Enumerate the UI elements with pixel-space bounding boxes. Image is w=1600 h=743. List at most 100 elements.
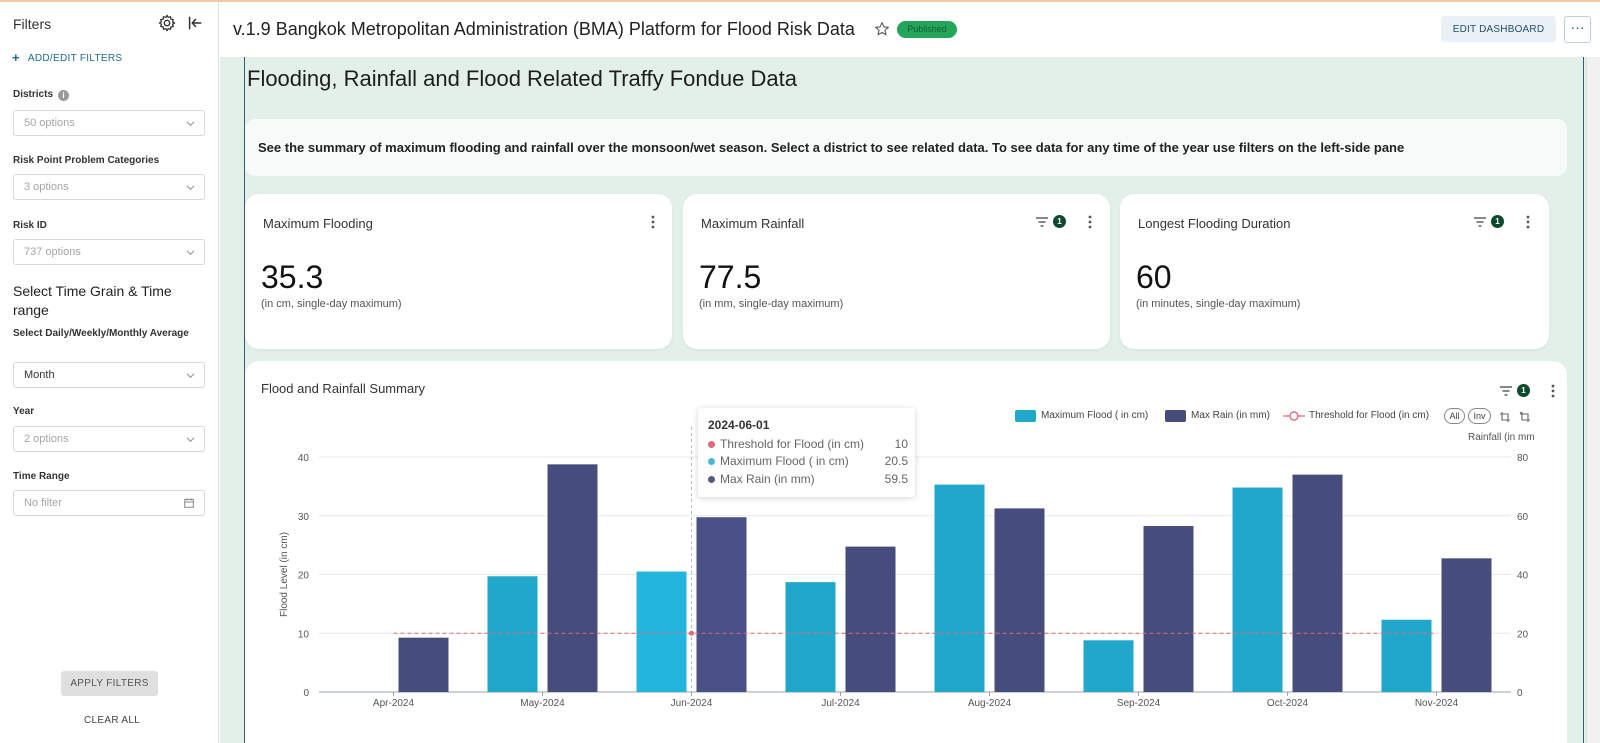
kpi-value: 60 — [1136, 259, 1172, 295]
flood-bar — [1381, 619, 1432, 692]
x-tick-label: Aug-2024 — [968, 698, 1012, 709]
districts-label: Districts i — [13, 89, 70, 101]
favorite-star-icon[interactable] — [874, 21, 890, 37]
kpi-value: 35.3 — [261, 259, 324, 295]
x-tick-label: Oct-2024 — [1267, 698, 1309, 709]
kebab-menu-icon[interactable] — [1085, 214, 1095, 230]
flood-rainfall-chart-card: Flood and Rainfall Summary 1 0 10 20 30 40 0 2… — [245, 361, 1567, 743]
clear-all-button[interactable]: CLEAR ALL — [84, 715, 140, 726]
kpi-card-max-rainfall: Maximum Rainfall 1 77.5 (in mm, single-d… — [683, 194, 1110, 349]
chart-tooltip: 2024-06-01 Threshold for Flood (in cm) 1… — [698, 408, 915, 497]
y-tick-label: 10 — [298, 629, 310, 640]
chevron-down-icon — [186, 373, 195, 379]
zoom-reset-icon[interactable] — [1519, 411, 1531, 423]
tooltip-series-value: 10 — [894, 437, 908, 451]
districts-label-text: Districts — [13, 89, 54, 100]
filter-icon[interactable] — [1473, 216, 1487, 228]
legend-item-max-flood[interactable]: Maximum Flood ( in cm) — [1015, 408, 1160, 424]
year-label: Year — [13, 406, 35, 417]
time-range-picker[interactable]: No filter — [13, 490, 205, 516]
rain-bar — [1441, 558, 1492, 692]
published-status-badge[interactable]: Published — [897, 21, 957, 38]
intro-text: See the summary of maximum flooding and … — [258, 140, 1405, 155]
risk-id-placeholder: 737 options — [24, 246, 81, 258]
x-tick-label: Apr-2024 — [373, 698, 415, 709]
districts-select[interactable]: 50 options — [13, 110, 205, 136]
apply-filters-button[interactable]: APPLY FILTERS — [61, 671, 158, 696]
edit-dashboard-button[interactable]: EDIT DASHBOARD — [1441, 16, 1556, 42]
kebab-menu-icon[interactable] — [1523, 214, 1533, 230]
calendar-icon — [184, 498, 194, 508]
kpi-card-longest-duration: Longest Flooding Duration 1 60 (in minut… — [1120, 194, 1549, 349]
rain-bar — [845, 546, 896, 692]
legend-swatch — [1165, 410, 1186, 422]
risk-id-select[interactable]: 737 options — [13, 239, 205, 265]
rain-bar — [398, 637, 449, 692]
flood-bar — [636, 571, 687, 692]
tooltip-row-max-flood: Maximum Flood ( in cm) 20.5 — [708, 454, 908, 469]
collapse-sidebar-icon[interactable] — [186, 14, 204, 32]
y2-tick-label: 60 — [1517, 512, 1529, 523]
flood-bar — [934, 484, 985, 692]
risk-id-label: Risk ID — [13, 220, 47, 231]
zoom-select-icon[interactable] — [1499, 411, 1511, 423]
dashboard-main: Flooding, Rainfall and Flood Related Tra… — [220, 57, 1586, 743]
legend-swatch — [1015, 410, 1036, 422]
tooltip-series-name: Max Rain (in mm) — [720, 472, 815, 486]
rain-bar — [1292, 474, 1343, 692]
tooltip-series-name: Threshold for Flood (in cm) — [720, 437, 865, 451]
rain-bar — [994, 508, 1045, 692]
sidebar-title: Filters — [13, 16, 52, 32]
page-scrollbar[interactable] — [1586, 57, 1600, 743]
rain-bar — [1143, 526, 1194, 692]
grain-value: Month — [24, 369, 55, 381]
dashboard-header: v.1.9 Bangkok Metropolitan Administratio… — [220, 2, 1600, 57]
tooltip-row-threshold: Threshold for Flood (in cm) 10 — [708, 437, 908, 452]
right-axis-label: Rainfall (in mm — [1468, 432, 1535, 443]
legend-item-threshold[interactable]: Threshold for Flood (in cm) — [1283, 408, 1443, 424]
flood-bar — [785, 582, 836, 692]
rain-bar — [547, 464, 598, 692]
x-tick-label: Jul-2024 — [821, 698, 860, 709]
y2-tick-label: 80 — [1517, 453, 1529, 464]
threshold-legend-icon — [1283, 411, 1305, 421]
y-axis-label: Flood Level (in cm) — [279, 532, 290, 617]
tooltip-dot — [708, 458, 715, 465]
gear-icon[interactable] — [158, 14, 176, 32]
x-tick-label: May-2024 — [520, 698, 565, 709]
kpi-subtitle: (in cm, single-day maximum) — [261, 298, 402, 310]
filter-count-badge: 1 — [1053, 215, 1066, 228]
legend-select-all-button[interactable]: All — [1444, 408, 1465, 424]
section-title: Flooding, Rainfall and Flood Related Tra… — [247, 66, 797, 91]
y-tick-label: 40 — [298, 453, 310, 464]
risk-categories-select[interactable]: 3 options — [13, 174, 205, 200]
tooltip-dot — [708, 441, 715, 448]
tooltip-series-value: 20.5 — [884, 454, 908, 468]
plus-icon: + — [12, 50, 20, 65]
time-grain-section-title: Select Time Grain & Time range — [13, 283, 172, 318]
add-edit-filters-button[interactable]: + ADD/EDIT FILTERS — [12, 49, 122, 65]
flood-bar — [1232, 487, 1283, 692]
layout-guide-right — [1583, 57, 1584, 743]
more-options-button[interactable]: ··· — [1564, 16, 1591, 43]
legend-inverse-button[interactable]: Inv — [1468, 408, 1491, 424]
time-range-placeholder: No filter — [24, 497, 62, 509]
threshold-hover-point — [689, 630, 694, 636]
tooltip-dot — [708, 476, 715, 483]
flood-bar — [1083, 640, 1134, 692]
legend-label: Threshold for Flood (in cm) — [1309, 410, 1430, 421]
grain-select[interactable]: Month — [13, 362, 205, 388]
x-tick-label: Sep-2024 — [1117, 698, 1161, 709]
kpi-title: Maximum Flooding — [263, 216, 373, 231]
dashboard-title: v.1.9 Bangkok Metropolitan Administratio… — [233, 19, 855, 39]
legend-item-max-rain[interactable]: Max Rain (in mm) — [1165, 408, 1280, 424]
legend-label: Maximum Flood ( in cm) — [1041, 410, 1149, 421]
filter-icon[interactable] — [1035, 216, 1049, 228]
year-select[interactable]: 2 options — [13, 426, 205, 452]
x-tick-label: Jun-2024 — [671, 698, 713, 709]
kpi-title: Longest Flooding Duration — [1138, 216, 1291, 231]
y2-tick-label: 20 — [1517, 629, 1529, 640]
info-icon[interactable]: i — [58, 90, 70, 101]
intro-card: See the summary of maximum flooding and … — [245, 119, 1567, 176]
kebab-menu-icon[interactable] — [648, 214, 658, 230]
